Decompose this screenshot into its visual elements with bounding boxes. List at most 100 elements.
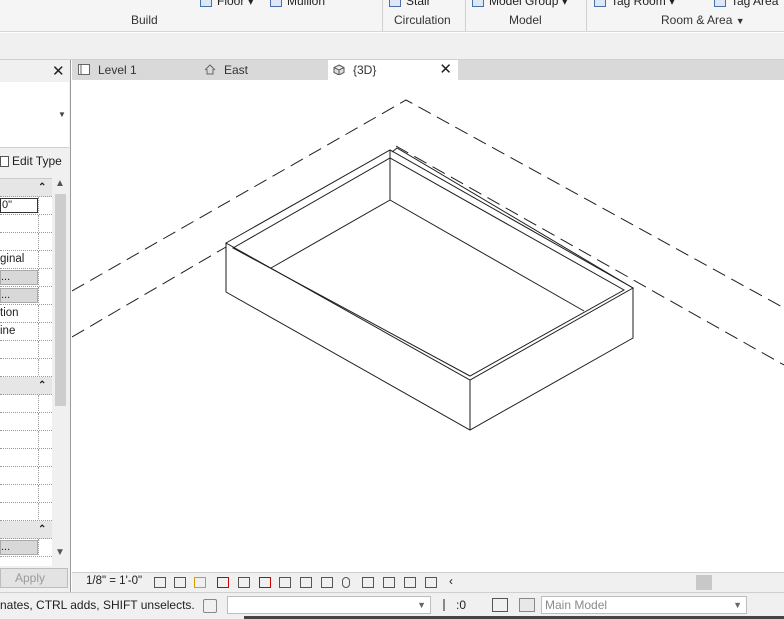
level-outline-dashed	[72, 246, 227, 338]
ribbon: Floor ▾ Mullion Stair Model Group ▾ Tag …	[0, 0, 784, 32]
editable-only-icon[interactable]	[519, 598, 535, 612]
property-browse-button[interactable]: ...	[0, 270, 38, 285]
close-icon[interactable]: ✕	[52, 62, 65, 80]
level-outline-dashed	[72, 99, 784, 309]
visual-style-icon[interactable]	[174, 577, 186, 588]
column-divider	[38, 287, 39, 304]
level-outline-dashed	[395, 145, 784, 366]
workset-dropdown[interactable]: ▼	[227, 596, 431, 614]
stair-button[interactable]: Stair	[389, 0, 431, 8]
worksharing-icon[interactable]	[383, 577, 395, 588]
wall-outline	[391, 147, 634, 289]
floor-button[interactable]: Floor ▾	[200, 0, 254, 8]
panel-divider	[586, 0, 587, 31]
property-row[interactable]: ...	[0, 539, 52, 557]
design-option-dropdown[interactable]: Main Model ▼	[541, 596, 747, 614]
wall-outline	[231, 157, 626, 377]
property-group-header[interactable]: ⌃	[0, 377, 52, 395]
collapse-icon[interactable]: ⌃	[38, 521, 46, 538]
temporary-properties-icon[interactable]	[362, 577, 374, 588]
elevation-icon	[204, 64, 216, 75]
property-row[interactable]	[0, 485, 52, 503]
property-row[interactable]	[0, 395, 52, 413]
panel-divider	[465, 0, 466, 31]
tab-level-1[interactable]: Level 1	[72, 60, 202, 80]
sun-path-icon[interactable]	[194, 577, 206, 588]
model-group-button[interactable]: Model Group ▾	[472, 0, 568, 8]
property-row[interactable]: ginal	[0, 251, 52, 269]
wall-outline	[225, 243, 634, 431]
column-divider	[38, 431, 39, 448]
wall-outline	[270, 199, 391, 269]
mullion-button[interactable]: Mullion	[270, 0, 325, 8]
horizontal-scroll-thumb[interactable]	[696, 575, 712, 590]
scroll-thumb[interactable]	[55, 194, 66, 406]
edit-type-icon	[0, 156, 9, 168]
property-row[interactable]	[0, 215, 52, 233]
collapse-icon[interactable]: ⌃	[38, 377, 46, 394]
column-divider	[38, 539, 39, 556]
stair-icon	[389, 0, 401, 7]
property-row[interactable]	[0, 359, 52, 377]
scroll-down-icon[interactable]: ▼	[55, 547, 65, 558]
property-group-header[interactable]: ⌃	[0, 521, 52, 539]
property-row[interactable]: tion	[0, 305, 52, 323]
tag-area-button[interactable]: Tag Area	[714, 0, 778, 8]
apply-button[interactable]: Apply	[0, 568, 68, 588]
column-divider	[38, 503, 39, 520]
render-icon[interactable]	[238, 577, 250, 588]
properties-scrollbar[interactable]: ▲ ▼	[52, 178, 69, 566]
model-panel-label: Model	[509, 13, 542, 27]
property-row[interactable]: ine	[0, 323, 52, 341]
close-tab-icon[interactable]: ✕	[439, 60, 452, 80]
tag-room-button[interactable]: Tag Room ▾	[594, 0, 675, 8]
chevron-down-icon: ▼	[58, 110, 66, 119]
show-crop-icon[interactable]	[279, 577, 291, 588]
property-group-header[interactable]: ⌃	[0, 179, 52, 197]
property-row[interactable]	[0, 449, 52, 467]
tab-3d[interactable]: {3D} ✕	[328, 60, 458, 80]
property-row[interactable]	[0, 503, 52, 521]
column-divider	[38, 215, 39, 232]
property-row[interactable]	[0, 233, 52, 251]
type-selector[interactable]: ▼	[0, 82, 69, 148]
chevron-left-icon[interactable]: ‹	[449, 574, 453, 588]
property-row[interactable]	[0, 413, 52, 431]
detail-level-icon[interactable]	[154, 577, 166, 588]
view-scale[interactable]: 1/8" = 1'-0"	[86, 575, 142, 587]
edit-type-button[interactable]: Edit Type	[0, 154, 62, 168]
wall-outline	[224, 149, 635, 381]
lock-view-icon[interactable]	[300, 577, 312, 588]
reveal-hidden-icon[interactable]	[342, 577, 350, 588]
filter-icon[interactable]	[492, 598, 508, 612]
tab-east[interactable]: East	[204, 60, 326, 80]
column-divider	[38, 485, 39, 502]
shadows-icon[interactable]	[217, 577, 229, 588]
hide-isolate-icon[interactable]	[321, 577, 333, 588]
property-row[interactable]: ...	[0, 287, 52, 305]
column-divider	[38, 359, 39, 376]
property-row[interactable]: ...	[0, 269, 52, 287]
worksets-icon[interactable]	[203, 599, 217, 613]
collapse-icon[interactable]: ⌃	[38, 179, 46, 196]
constraints-icon[interactable]	[425, 577, 437, 588]
3d-model-drawing	[72, 99, 784, 431]
property-browse-button[interactable]: ...	[0, 288, 38, 303]
property-row[interactable]: 0"	[0, 197, 52, 215]
property-row[interactable]	[0, 467, 52, 485]
view-control-bar: 1/8" = 1'-0" ‹	[72, 572, 784, 592]
property-value: ginal	[0, 253, 25, 265]
property-row[interactable]	[0, 431, 52, 449]
crop-view-icon[interactable]	[259, 577, 271, 588]
room-area-panel-label[interactable]: Room & Area ▼	[661, 13, 745, 27]
scroll-up-icon[interactable]: ▲	[55, 178, 65, 189]
property-value-input[interactable]: 0"	[0, 198, 38, 213]
column-divider	[38, 413, 39, 430]
3d-viewport[interactable]	[72, 80, 784, 572]
property-row[interactable]	[0, 341, 52, 359]
tag-area-icon	[714, 0, 726, 7]
analytical-model-icon[interactable]	[404, 577, 416, 588]
view-tabs: Level 1 East {3D} ✕	[72, 60, 784, 80]
3d-view-icon	[333, 64, 345, 75]
property-browse-button[interactable]: ...	[0, 540, 38, 555]
